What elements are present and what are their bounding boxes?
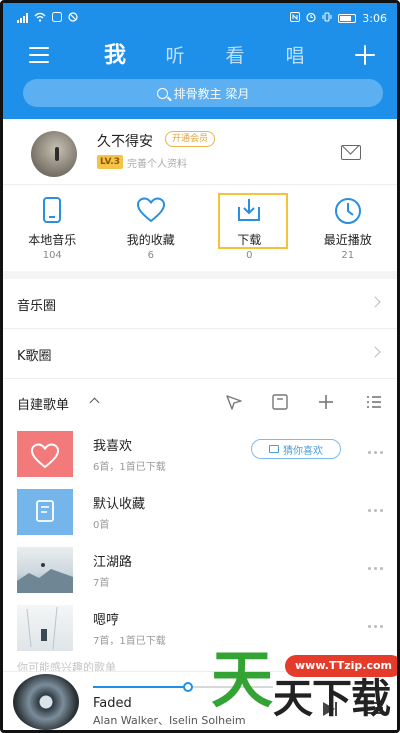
- top-nav: 我 听 看 唱: [3, 39, 397, 73]
- notification-icon: [52, 11, 62, 25]
- row-ksong-circle[interactable]: K歌圈: [3, 329, 397, 379]
- playlist-header: 自建歌单: [3, 379, 397, 425]
- guess-you-like-button[interactable]: 猜你喜欢: [251, 439, 341, 459]
- quick-count: 6: [147, 250, 154, 261]
- default-cover: [17, 489, 73, 535]
- status-time: 3:06: [362, 11, 387, 25]
- chevron-right-icon: [369, 296, 381, 308]
- progress-fill: [93, 686, 189, 688]
- battery-icon: [338, 13, 357, 23]
- tab-listen[interactable]: 听: [155, 41, 195, 71]
- quick-count: 104: [42, 250, 62, 261]
- figure-icon: [26, 606, 58, 650]
- radio-icon: [269, 445, 279, 453]
- mini-player[interactable]: Faded Alan Walker、Iselin Solheim: [3, 671, 397, 730]
- row-label: K歌圈: [17, 349, 52, 364]
- profile-signature: 完善个人资料: [127, 159, 187, 170]
- quick-favorites[interactable]: 我的收藏 6: [102, 185, 201, 271]
- quick-access: 本地音乐 104 我的收藏 6 下载 0 最近播放 21: [3, 185, 397, 271]
- quick-count: 21: [341, 250, 355, 261]
- wifi-icon: [34, 12, 46, 25]
- enheng-cover: [17, 605, 73, 651]
- more-icon[interactable]: [368, 451, 383, 454]
- album-cover[interactable]: [13, 674, 79, 730]
- profile-card[interactable]: 久不得安 开通会员 LV.3 完善个人资料: [3, 119, 397, 185]
- top-tabs: 我 听 看 唱: [95, 41, 315, 71]
- chevron-up-icon[interactable]: [89, 397, 100, 408]
- playlist-item-liked[interactable]: 我喜欢 6首，1首已下载 猜你喜欢: [3, 425, 397, 483]
- heart-icon: [30, 443, 60, 469]
- manage-list-icon[interactable]: [365, 393, 383, 411]
- add-icon[interactable]: [355, 45, 375, 65]
- download-icon: [235, 197, 263, 227]
- more-icon[interactable]: [368, 625, 383, 628]
- menu-icon[interactable]: [29, 47, 49, 63]
- liked-cover: [17, 431, 73, 477]
- playlist-meta: 7首，1首已下载: [93, 636, 166, 647]
- playlist-item-default[interactable]: 默认收藏 0首: [3, 483, 397, 541]
- playlist-item-jianghu[interactable]: 江湖路 7首: [3, 541, 397, 599]
- chevron-right-icon: [369, 346, 381, 358]
- import-icon[interactable]: [271, 393, 289, 411]
- tab-watch[interactable]: 看: [215, 41, 255, 71]
- nfc-icon: [290, 11, 301, 25]
- quick-label: 我的收藏: [126, 233, 175, 247]
- search-placeholder: 排骨教主 梁月: [173, 86, 250, 101]
- more-icon[interactable]: [368, 509, 383, 512]
- playlist-name: 我喜欢: [93, 439, 133, 454]
- more-icon[interactable]: [368, 567, 383, 570]
- section-divider: [3, 271, 397, 279]
- guess-you-like-label: 猜你喜欢: [283, 445, 323, 457]
- status-right: 3:06: [290, 11, 387, 25]
- vip-badge[interactable]: 开通会员: [165, 131, 216, 147]
- play-icon[interactable]: [323, 702, 337, 716]
- send-icon[interactable]: [225, 393, 243, 411]
- add-playlist-icon[interactable]: [317, 393, 335, 411]
- playlist-name: 嗯哼: [93, 613, 120, 628]
- clock-icon: [334, 197, 362, 229]
- search-icon: [156, 87, 168, 99]
- username: 久不得安: [97, 134, 153, 150]
- quick-label: 下载: [237, 233, 262, 247]
- tab-sing[interactable]: 唱: [275, 41, 315, 71]
- playlist-item-enheng[interactable]: 嗯哼 7首，1首已下载: [3, 599, 397, 657]
- quick-label: 最近播放: [323, 233, 372, 247]
- row-music-circle[interactable]: 音乐圈: [3, 279, 397, 329]
- song-artist: Alan Walker、Iselin Solheim: [93, 714, 246, 727]
- avatar[interactable]: [31, 131, 77, 177]
- row-label: 音乐圈: [17, 299, 57, 314]
- heart-icon: [136, 197, 166, 227]
- blocked-icon: [68, 11, 78, 25]
- progress-knob[interactable]: [183, 682, 194, 692]
- status-bar: 3:06: [3, 3, 397, 33]
- top-header: 我 听 看 唱 排骨教主 梁月: [3, 33, 397, 119]
- note-icon: [36, 500, 54, 522]
- status-left: [17, 11, 78, 25]
- mail-icon[interactable]: [341, 145, 361, 160]
- playlist-meta: 0首: [93, 520, 110, 531]
- app-frame: 3:06 我 听 看 唱 排骨教主 梁月 久不得安 开通会员 LV.3 完善个人…: [0, 0, 400, 733]
- level-badge: LV.3: [97, 155, 123, 169]
- alarm-icon: [306, 12, 316, 25]
- quick-local-music[interactable]: 本地音乐 104: [3, 185, 102, 271]
- signal-icon: [17, 13, 28, 23]
- quick-label: 本地音乐: [28, 233, 77, 247]
- phone-icon: [41, 197, 63, 227]
- song-title: Faded: [93, 696, 132, 711]
- playlist-meta: 7首: [93, 578, 110, 589]
- playlist-name: 江湖路: [93, 555, 133, 570]
- playlist-icon[interactable]: [367, 702, 383, 714]
- playlist-name: 默认收藏: [93, 497, 146, 512]
- playlist-section-title[interactable]: 自建歌单: [17, 394, 69, 413]
- vibrate-icon: [322, 12, 332, 25]
- search-bar[interactable]: 排骨教主 梁月: [23, 79, 383, 107]
- quick-count: 0: [246, 250, 253, 261]
- jianghu-cover: [17, 547, 73, 593]
- quick-download[interactable]: 下载 0: [200, 185, 299, 271]
- landscape-icon: [17, 563, 73, 593]
- tab-me[interactable]: 我: [95, 41, 135, 71]
- progress-bar[interactable]: [93, 682, 273, 692]
- quick-recent[interactable]: 最近播放 21: [299, 185, 398, 271]
- playlist-meta: 6首，1首已下载: [93, 462, 166, 473]
